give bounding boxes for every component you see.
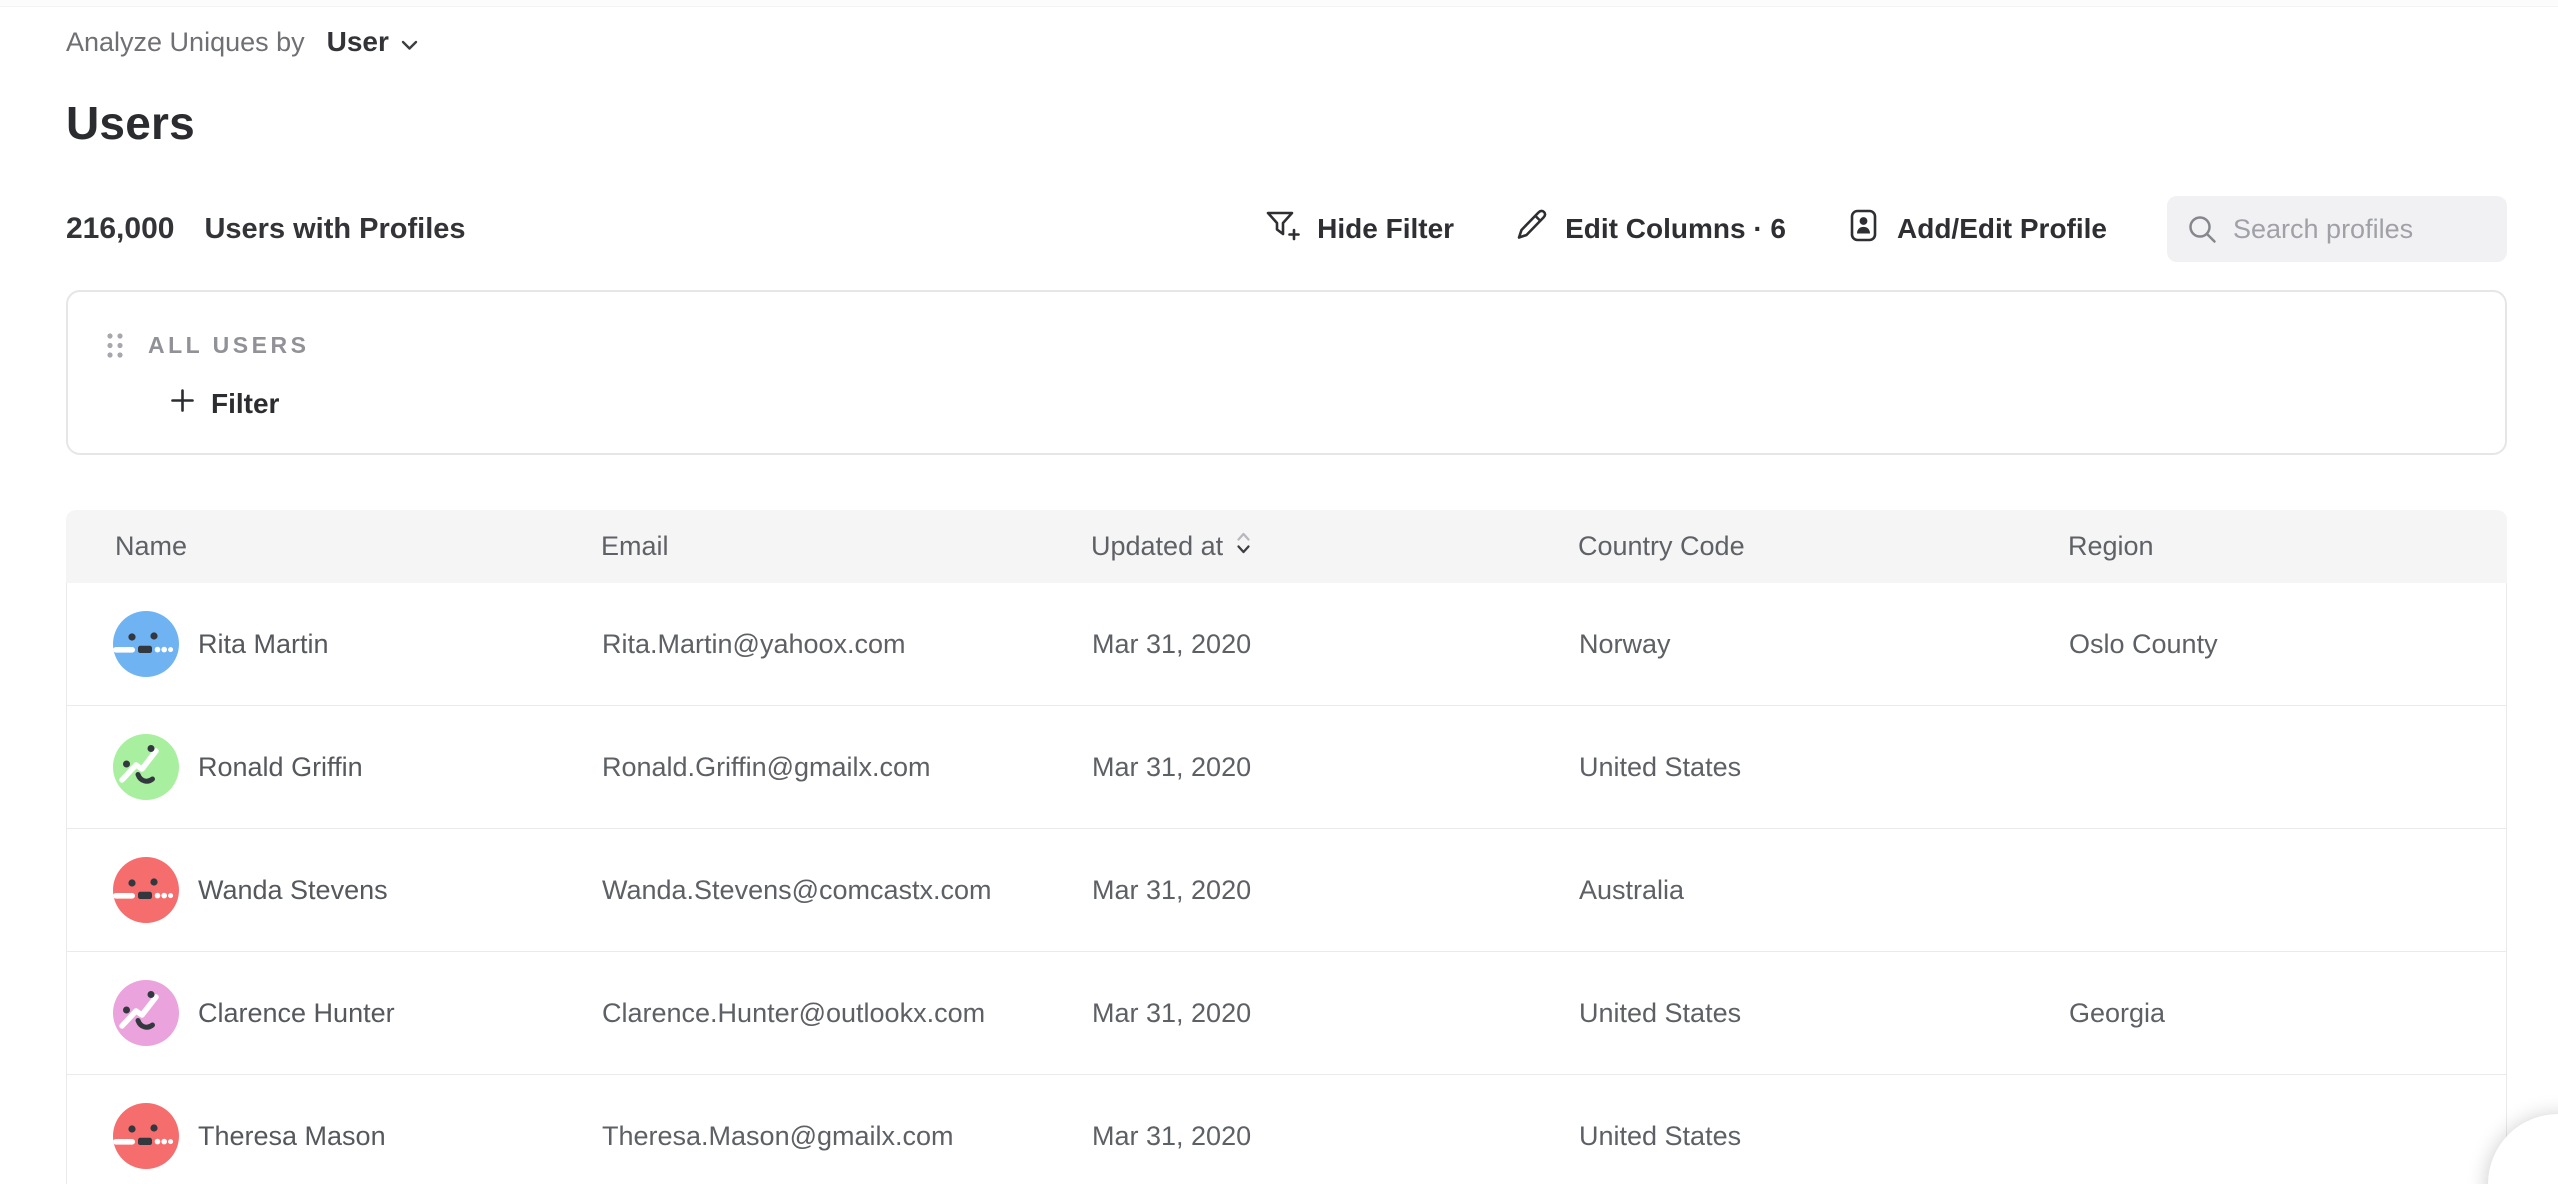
- user-name: Wanda Stevens: [198, 875, 388, 906]
- user-updated-at: Mar 31, 2020: [1092, 752, 1579, 783]
- sort-icon: [1235, 530, 1252, 563]
- table-row[interactable]: Ronald Griffin Ronald.Griffin@gmailx.com…: [67, 706, 2506, 829]
- user-region: Georgia: [2069, 998, 2506, 1029]
- edit-columns-label: Edit Columns · 6: [1565, 213, 1786, 245]
- filter-scope-label: ALL USERS: [148, 332, 309, 359]
- column-header-region: Region: [2068, 531, 2507, 562]
- profile-card-icon: [1846, 208, 1881, 250]
- user-name: Theresa Mason: [198, 1121, 386, 1152]
- avatar: [113, 1103, 179, 1169]
- user-country: United States: [1579, 752, 2069, 783]
- avatar: [113, 980, 179, 1046]
- users-page: Analyze Uniques by User Users 216,000 Us…: [0, 0, 2558, 1184]
- user-country: Norway: [1579, 629, 2069, 660]
- name-cell: Clarence Hunter: [113, 980, 602, 1046]
- user-name: Ronald Griffin: [198, 752, 363, 783]
- name-cell: Ronald Griffin: [113, 734, 602, 800]
- user-name: Clarence Hunter: [198, 998, 395, 1029]
- plus-icon: [170, 388, 195, 420]
- user-country: United States: [1579, 998, 2069, 1029]
- table-row[interactable]: Rita Martin Rita.Martin@yahoox.com Mar 3…: [67, 583, 2506, 706]
- column-header-email: Email: [601, 531, 1091, 562]
- filter-scope-row: ALL USERS: [106, 332, 309, 359]
- add-filter-label: Filter: [211, 388, 279, 420]
- add-filter-button[interactable]: Filter: [170, 388, 279, 420]
- table-body: Rita Martin Rita.Martin@yahoox.com Mar 3…: [66, 583, 2507, 1184]
- user-name: Rita Martin: [198, 629, 329, 660]
- user-email: Wanda.Stevens@comcastx.com: [602, 875, 1092, 906]
- hide-filter-button[interactable]: Hide Filter: [1264, 208, 1454, 250]
- user-country: Australia: [1579, 875, 2069, 906]
- column-header-updated-at[interactable]: Updated at: [1091, 530, 1578, 563]
- analyze-by-value: User: [327, 26, 389, 58]
- column-header-name: Name: [115, 531, 601, 562]
- column-header-country-code: Country Code: [1578, 531, 2068, 562]
- profile-count-label: Users with Profiles: [204, 213, 465, 246]
- toolbar: Hide Filter Edit Columns · 6 Add/Edit Pr…: [1264, 196, 2507, 262]
- profile-count: 216,000 Users with Profiles: [66, 212, 466, 246]
- analyze-by-dropdown[interactable]: User: [319, 26, 418, 58]
- analyze-by-label: Analyze Uniques by: [66, 27, 305, 58]
- hide-filter-label: Hide Filter: [1317, 213, 1454, 245]
- user-updated-at: Mar 31, 2020: [1092, 1121, 1579, 1152]
- user-email: Rita.Martin@yahoox.com: [602, 629, 1092, 660]
- name-cell: Theresa Mason: [113, 1103, 602, 1169]
- user-region: Oslo County: [2069, 629, 2506, 660]
- avatar: [113, 611, 179, 677]
- users-table: Name Email Updated at Country Code Regio…: [66, 510, 2507, 1184]
- top-divider: [0, 0, 2558, 7]
- funnel-plus-icon: [1264, 208, 1301, 250]
- user-email: Ronald.Griffin@gmailx.com: [602, 752, 1092, 783]
- analyze-by-row: Analyze Uniques by User: [66, 26, 418, 58]
- page-title: Users: [66, 96, 195, 150]
- profile-count-value: 216,000: [66, 212, 174, 246]
- name-cell: Rita Martin: [113, 611, 602, 677]
- table-row[interactable]: Wanda Stevens Wanda.Stevens@comcastx.com…: [67, 829, 2506, 952]
- drag-handle-icon[interactable]: [106, 332, 126, 359]
- user-updated-at: Mar 31, 2020: [1092, 629, 1579, 660]
- search-profiles-box: [2167, 196, 2507, 262]
- add-edit-profile-label: Add/Edit Profile: [1897, 213, 2107, 245]
- name-cell: Wanda Stevens: [113, 857, 602, 923]
- table-header: Name Email Updated at Country Code Regio…: [66, 510, 2507, 583]
- user-updated-at: Mar 31, 2020: [1092, 875, 1579, 906]
- filter-panel: ALL USERS Filter: [66, 290, 2507, 455]
- avatar: [113, 734, 179, 800]
- user-updated-at: Mar 31, 2020: [1092, 998, 1579, 1029]
- pencil-icon: [1514, 208, 1549, 250]
- avatar: [113, 857, 179, 923]
- add-edit-profile-button[interactable]: Add/Edit Profile: [1846, 208, 2107, 250]
- user-email: Theresa.Mason@gmailx.com: [602, 1121, 1092, 1152]
- user-email: Clarence.Hunter@outlookx.com: [602, 998, 1092, 1029]
- chevron-down-icon: [401, 26, 418, 58]
- table-row[interactable]: Clarence Hunter Clarence.Hunter@outlookx…: [67, 952, 2506, 1075]
- stats-toolbar-row: 216,000 Users with Profiles Hide Filter …: [66, 196, 2507, 262]
- user-country: United States: [1579, 1121, 2069, 1152]
- search-profiles-input[interactable]: [2167, 196, 2507, 262]
- edit-columns-button[interactable]: Edit Columns · 6: [1514, 208, 1786, 250]
- table-row[interactable]: Theresa Mason Theresa.Mason@gmailx.com M…: [67, 1075, 2506, 1184]
